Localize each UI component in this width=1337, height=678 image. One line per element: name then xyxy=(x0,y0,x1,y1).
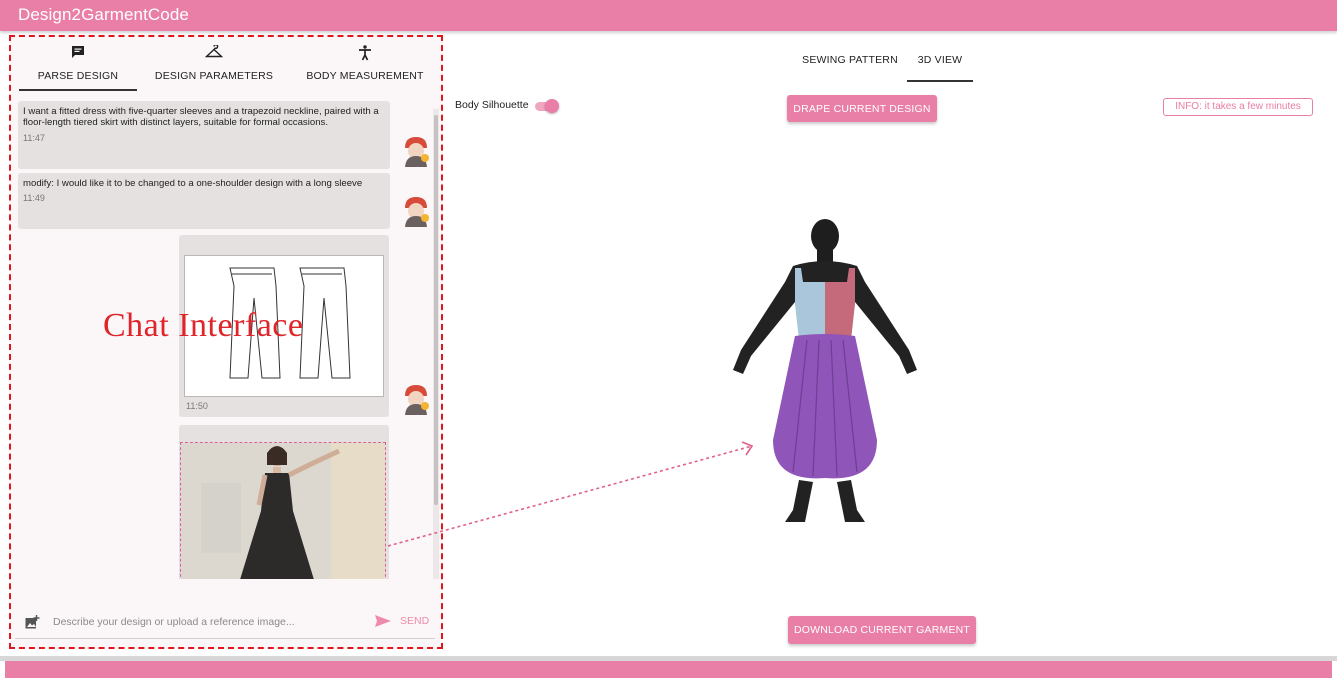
chat-input-row: SEND xyxy=(15,603,435,639)
tab-3d-view[interactable]: 3D VIEW xyxy=(907,54,973,82)
image-message xyxy=(179,425,389,579)
tab-sewing-pattern[interactable]: SEWING PATTERN xyxy=(795,54,905,82)
message-text: I want a fitted dress with five-quarter … xyxy=(23,106,379,129)
message-time: 11:50 xyxy=(186,401,208,411)
drape-design-button[interactable]: DRAPE CURRENT DESIGN xyxy=(787,95,937,122)
info-notice: INFO: it takes a few minutes xyxy=(1163,98,1313,116)
active-tab-indicator xyxy=(19,89,137,91)
left-tab-bar: PARSE DESIGN DESIGN PARAMETERS BODY MEAS… xyxy=(11,37,441,93)
download-garment-button[interactable]: DOWNLOAD CURRENT GARMENT xyxy=(788,616,976,644)
tab-design-parameters[interactable]: DESIGN PARAMETERS xyxy=(151,45,277,91)
user-avatar-icon xyxy=(405,385,429,415)
chat-interface-annotation: Chat Interface xyxy=(103,307,304,344)
body-silhouette-label: Body Silhouette xyxy=(455,99,529,111)
toggle-knob xyxy=(545,99,559,113)
user-avatar-icon xyxy=(405,137,429,167)
tab-body-measurement[interactable]: BODY MEASUREMENT xyxy=(295,45,435,91)
chat-icon xyxy=(19,45,137,65)
send-label: SEND xyxy=(400,614,430,627)
tab-label: SEWING PATTERN xyxy=(802,54,898,66)
hanger-icon xyxy=(151,45,277,65)
tab-label: BODY MEASUREMENT xyxy=(306,70,424,82)
send-icon xyxy=(375,615,391,628)
dress-photo-image[interactable] xyxy=(180,442,386,579)
send-button[interactable]: SEND xyxy=(375,611,437,631)
active-tab-indicator xyxy=(907,80,973,82)
chat-message: modify: I would like it to be changed to… xyxy=(18,173,390,229)
user-avatar-icon xyxy=(405,197,429,227)
annotation-arrow xyxy=(387,441,754,547)
message-time: 11:49 xyxy=(23,193,45,204)
tab-label: DESIGN PARAMETERS xyxy=(154,70,274,82)
design-description-input[interactable] xyxy=(53,613,343,631)
message-time: 11:47 xyxy=(23,132,45,143)
dress-photo-icon xyxy=(181,443,385,579)
chat-message: I want a fitted dress with five-quarter … xyxy=(18,101,390,169)
tab-label: PARSE DESIGN xyxy=(37,70,119,82)
chat-panel: PARSE DESIGN DESIGN PARAMETERS BODY MEAS… xyxy=(9,35,443,649)
app-bar: Design2GarmentCode xyxy=(0,0,1337,31)
add-image-icon[interactable] xyxy=(25,615,40,634)
tab-label: 3D VIEW xyxy=(917,54,963,66)
body-silhouette-toggle[interactable] xyxy=(533,99,559,113)
accessibility-icon xyxy=(295,45,435,65)
tab-parse-design[interactable]: PARSE DESIGN xyxy=(19,45,137,91)
footer-bar xyxy=(5,661,1332,678)
message-text: modify: I would like it to be changed to… xyxy=(23,178,363,189)
app-title: Design2GarmentCode xyxy=(18,5,189,24)
